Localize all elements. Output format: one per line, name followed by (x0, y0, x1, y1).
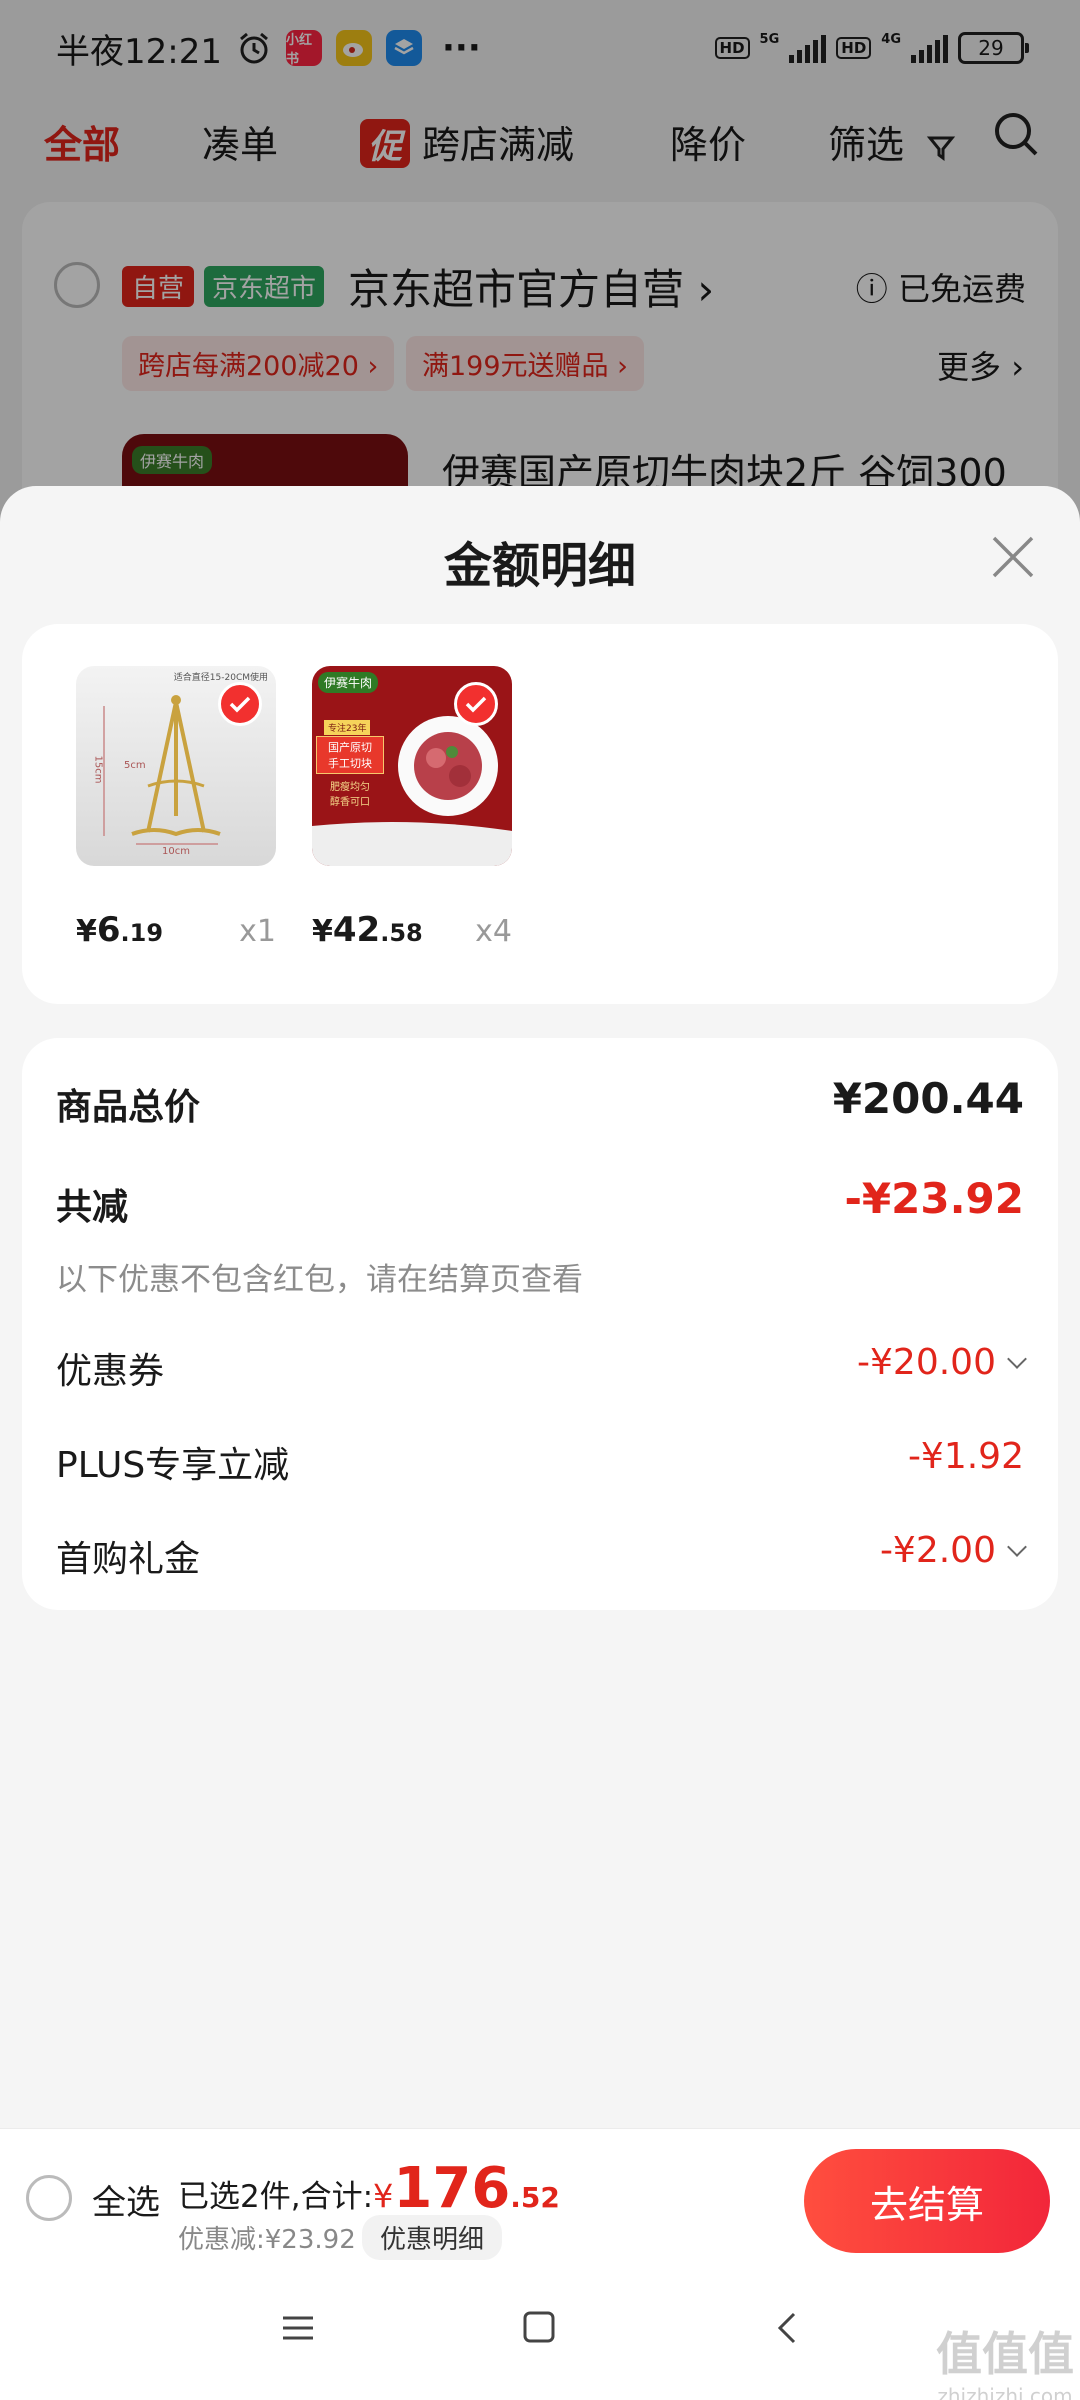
reduce-label: 共减 (56, 1187, 129, 1228)
checkout-bar: 全选 已选2件,合计: ¥ 176 .52 优惠减:¥23.92 优惠明细 去结… (0, 2128, 1080, 2266)
select-all-radio[interactable] (26, 2175, 72, 2221)
watermark-sub: zhizhizhi.com (937, 2384, 1073, 2400)
home-icon[interactable] (522, 2310, 556, 2344)
product-price: ¥6.19 (76, 910, 164, 950)
product-item[interactable]: 伊赛牛肉 专注23年 国产原切 手工切块 肥瘦均匀 醇香可口 ¥42.58 x4 (312, 666, 512, 950)
product-price: ¥42.58 (312, 910, 423, 950)
sheet-title: 金额明细 (443, 538, 636, 594)
total-dec: .52 (510, 2181, 560, 2214)
selected-products-card: 适合直径15-20CM使用 15cm 5cm 10cm ¥6.19 x1 伊赛牛… (22, 624, 1058, 1004)
price-int: 6 (96, 910, 121, 950)
total-label: 商品总价 (56, 1087, 201, 1128)
price-dec: .58 (380, 919, 423, 947)
watermark-text: 值值值 (936, 2327, 1074, 2381)
back-icon[interactable] (772, 2310, 802, 2346)
first-buy-row-value[interactable]: -¥2.00 (879, 1530, 1027, 1571)
product-qty: x4 (475, 914, 512, 949)
discount-note: 以下优惠不包含红包，请在结算页查看 (56, 1262, 583, 1298)
watermark: 值值值 zhizhizhi.com (936, 2318, 1074, 2400)
product-image: 伊赛牛肉 专注23年 国产原切 手工切块 肥瘦均匀 醇香可口 (312, 666, 512, 866)
coupon-value: -¥20.00 (857, 1342, 996, 1383)
dim-side-label: 5cm (124, 760, 146, 771)
plus-discount-value: -¥1.92 (907, 1436, 1024, 1477)
selected-total: 已选2件,合计: ¥ 176 .52 (178, 2156, 560, 2221)
first-buy-value: -¥2.00 (879, 1530, 996, 1571)
discount-summary: 优惠减:¥23.92 (178, 2225, 356, 2255)
system-nav-bar (0, 2266, 1080, 2400)
selected-count-text: 已选2件,合计: (178, 2179, 374, 2215)
total-int: 176 (393, 2156, 511, 2221)
product-item[interactable]: 适合直径15-20CM使用 15cm 5cm 10cm ¥6.19 x1 (76, 666, 276, 950)
checkout-button[interactable]: 去结算 (804, 2149, 1050, 2253)
chevron-down-icon (1007, 1537, 1027, 1557)
reduce-value: -¥23.92 (844, 1174, 1024, 1223)
plus-discount-label: PLUS专享立减 (56, 1445, 290, 1486)
selected-check-icon[interactable] (454, 682, 498, 726)
dim-width-label: 10cm (162, 846, 190, 857)
coupon-row-value[interactable]: -¥20.00 (857, 1342, 1027, 1383)
select-all-label[interactable]: 全选 (92, 2175, 160, 2224)
selected-check-icon[interactable] (218, 682, 262, 726)
currency-symbol: ¥ (373, 2177, 394, 2215)
price-summary-card: 商品总价 ¥200.44 共减 -¥23.92 以下优惠不包含红包，请在结算页查… (22, 1038, 1058, 1610)
discount-detail-button[interactable]: 优惠明细 (362, 2215, 503, 2260)
menu-icon[interactable] (280, 2310, 316, 2346)
chevron-down-icon (1007, 1349, 1027, 1369)
coupon-label: 优惠券 (56, 1351, 165, 1392)
price-dec: .19 (120, 919, 164, 947)
close-icon[interactable] (988, 532, 1038, 582)
product-image: 适合直径15-20CM使用 15cm 5cm 10cm (76, 666, 276, 866)
amount-detail-sheet: 金额明细 适合直径15-20CM使用 15cm 5cm 10cm ¥6.19 x… (0, 486, 1080, 2400)
price-int: 42 (332, 910, 381, 950)
first-buy-label: 首购礼金 (56, 1539, 201, 1580)
dim-height-label: 15cm (92, 755, 104, 784)
product-qty: x1 (239, 914, 276, 949)
total-value: ¥200.44 (832, 1074, 1024, 1123)
